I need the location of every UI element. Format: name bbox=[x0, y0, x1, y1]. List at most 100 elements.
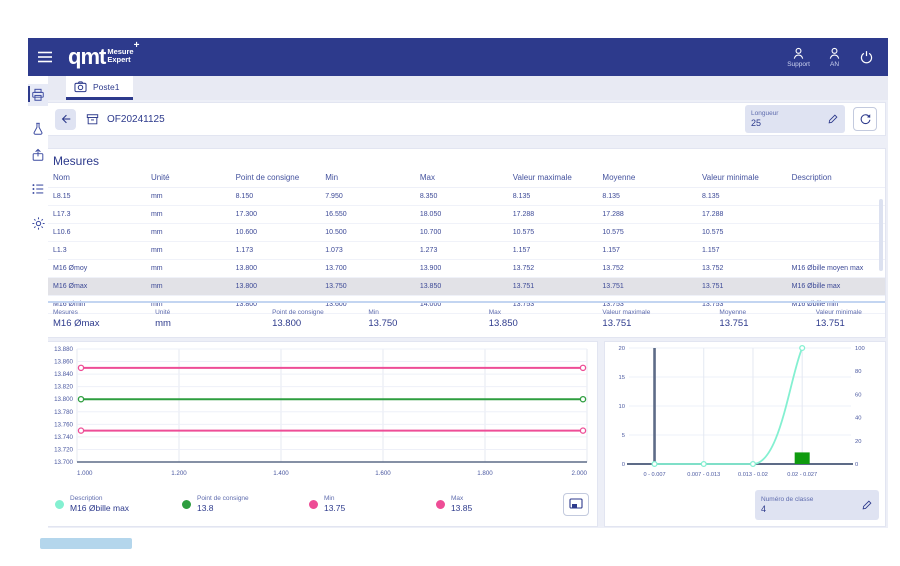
table-cell: mm bbox=[149, 278, 234, 295]
power-button[interactable] bbox=[859, 50, 874, 65]
column-header: Description bbox=[790, 170, 881, 187]
legend-text: Min13.75 bbox=[324, 495, 345, 513]
sidebar-item-export[interactable] bbox=[28, 144, 48, 166]
detail-field: Moyenne13.751 bbox=[717, 307, 813, 331]
svg-text:0: 0 bbox=[855, 462, 858, 468]
settings-gear-icon bbox=[31, 216, 46, 231]
tab-poste1[interactable]: Poste1 bbox=[66, 76, 133, 100]
horizontal-scrollbar-thumb[interactable] bbox=[40, 538, 132, 549]
detail-field-label: Unité bbox=[155, 309, 268, 316]
table-row[interactable]: L8.15mm8.1507.9508.3508.1358.1358.135 bbox=[47, 188, 885, 206]
table-cell: 8.150 bbox=[234, 188, 324, 205]
table-row[interactable]: M16 Ømoymm13.80013.70013.90013.75213.752… bbox=[47, 260, 885, 278]
table-cell: 18.050 bbox=[418, 206, 511, 223]
column-header: Nom bbox=[51, 170, 149, 187]
back-arrow-icon bbox=[60, 113, 72, 125]
sidebar-item-print[interactable] bbox=[28, 84, 48, 106]
svg-text:13.860: 13.860 bbox=[54, 359, 73, 366]
table-cell: 1.157 bbox=[600, 242, 700, 259]
table-cell: 13.900 bbox=[418, 260, 511, 277]
legend-value: 13.8 bbox=[197, 503, 249, 513]
table-cell: 8.135 bbox=[511, 188, 601, 205]
table-cell: 17.288 bbox=[700, 206, 790, 223]
table-cell bbox=[790, 224, 881, 241]
svg-text:2.000: 2.000 bbox=[572, 470, 588, 477]
logo-subtitle: Mesure+ Expert bbox=[107, 48, 139, 64]
sidebar-item-settings[interactable] bbox=[28, 212, 48, 234]
user-button[interactable]: AN bbox=[828, 47, 841, 68]
header-actions: Support AN bbox=[787, 47, 874, 68]
svg-text:15: 15 bbox=[619, 375, 625, 381]
legend-label: Min bbox=[324, 495, 345, 502]
legend-value: M16 Øbille max bbox=[70, 503, 129, 513]
svg-text:20: 20 bbox=[855, 439, 861, 445]
top-bar: qmt Mesure+ Expert Support AN bbox=[28, 38, 888, 76]
svg-text:13.880: 13.880 bbox=[54, 346, 73, 353]
table-cell: 13.752 bbox=[511, 260, 601, 277]
detail-field-label: Valeur maximale bbox=[602, 309, 715, 316]
user-initials: AN bbox=[830, 61, 839, 68]
detail-field: Max13.850 bbox=[487, 307, 601, 331]
table-cell: L1.3 bbox=[51, 242, 149, 259]
table-cell: L17.3 bbox=[51, 206, 149, 223]
table-cell: 13.800 bbox=[234, 278, 324, 295]
tab-label: Poste1 bbox=[93, 82, 119, 92]
printer-icon bbox=[31, 88, 45, 102]
table-row[interactable]: L17.3mm17.30016.55018.05017.28817.28817.… bbox=[47, 206, 885, 224]
table-cell: 10.500 bbox=[323, 224, 418, 241]
table-cell: 1.157 bbox=[700, 242, 790, 259]
back-button[interactable] bbox=[55, 109, 76, 130]
sidebar-item-list[interactable] bbox=[28, 178, 48, 200]
table-cell bbox=[790, 188, 881, 205]
display-icon bbox=[569, 498, 583, 510]
svg-text:0.013 - 0.02: 0.013 - 0.02 bbox=[738, 472, 768, 478]
table-cell: 10.575 bbox=[600, 224, 700, 241]
svg-text:13.800: 13.800 bbox=[54, 396, 73, 403]
table-cell: 17.300 bbox=[234, 206, 324, 223]
table-cell: 13.700 bbox=[323, 260, 418, 277]
histogram-bar bbox=[795, 452, 810, 464]
detail-field: Unité mm bbox=[153, 307, 270, 331]
svg-text:0.02 - 0.027: 0.02 - 0.027 bbox=[787, 472, 817, 478]
tab-bar: Poste1 bbox=[48, 76, 888, 100]
qmt-logo: qmt Mesure+ Expert bbox=[68, 44, 139, 70]
table-cell: 10.700 bbox=[418, 224, 511, 241]
classe-field[interactable]: Numéro de classe 4 bbox=[755, 490, 879, 520]
table-row[interactable]: L1.3mm1.1731.0731.2731.1571.1571.157 bbox=[47, 242, 885, 260]
table-cell: 17.288 bbox=[511, 206, 601, 223]
control-chart: 1.0001.2001.4001.6001.8002.00013.88013.8… bbox=[47, 342, 593, 486]
histogram-chart: 051015200204060801000 - 0.0070.007 - 0.0… bbox=[605, 342, 881, 490]
refresh-button[interactable] bbox=[853, 107, 877, 131]
support-person-icon bbox=[792, 47, 805, 60]
export-icon bbox=[31, 148, 45, 162]
table-row[interactable]: M16 Ømaxmm13.80013.75013.85013.75113.751… bbox=[47, 278, 885, 296]
svg-text:13.820: 13.820 bbox=[54, 384, 73, 391]
column-header: Max bbox=[418, 170, 511, 187]
table-cell: L8.15 bbox=[51, 188, 149, 205]
table-cell: 1.157 bbox=[511, 242, 601, 259]
table-cell: mm bbox=[149, 206, 234, 223]
legend-item: Min13.75 bbox=[309, 495, 436, 513]
svg-text:100: 100 bbox=[855, 346, 865, 352]
support-button[interactable]: Support bbox=[787, 47, 810, 68]
detail-field-value: mm bbox=[155, 318, 268, 329]
table-scrollbar[interactable] bbox=[879, 199, 883, 271]
sidebar-item-flask[interactable] bbox=[28, 118, 48, 140]
longueur-field[interactable]: Longueur 25 bbox=[745, 105, 845, 133]
column-header: Valeur minimale bbox=[700, 170, 790, 187]
table-cell: 13.750 bbox=[323, 278, 418, 295]
toolbar-right: Longueur 25 bbox=[745, 105, 877, 133]
hamburger-menu-icon[interactable] bbox=[28, 50, 62, 64]
sidebar bbox=[28, 76, 48, 528]
longueur-label: Longueur bbox=[751, 110, 778, 117]
order-reference: OF20241125 bbox=[86, 113, 165, 126]
svg-text:13.840: 13.840 bbox=[54, 371, 73, 378]
svg-text:5: 5 bbox=[622, 433, 625, 439]
table-row[interactable]: L10.6mm10.60010.50010.70010.57510.57510.… bbox=[47, 224, 885, 242]
detail-field-label: Point de consigne bbox=[272, 309, 364, 316]
chart-legend: DescriptionM16 Øbille maxPoint de consig… bbox=[55, 488, 589, 520]
table-cell bbox=[790, 206, 881, 223]
table-cell: 1.073 bbox=[323, 242, 418, 259]
support-label: Support bbox=[787, 61, 810, 68]
display-button[interactable] bbox=[563, 493, 589, 516]
